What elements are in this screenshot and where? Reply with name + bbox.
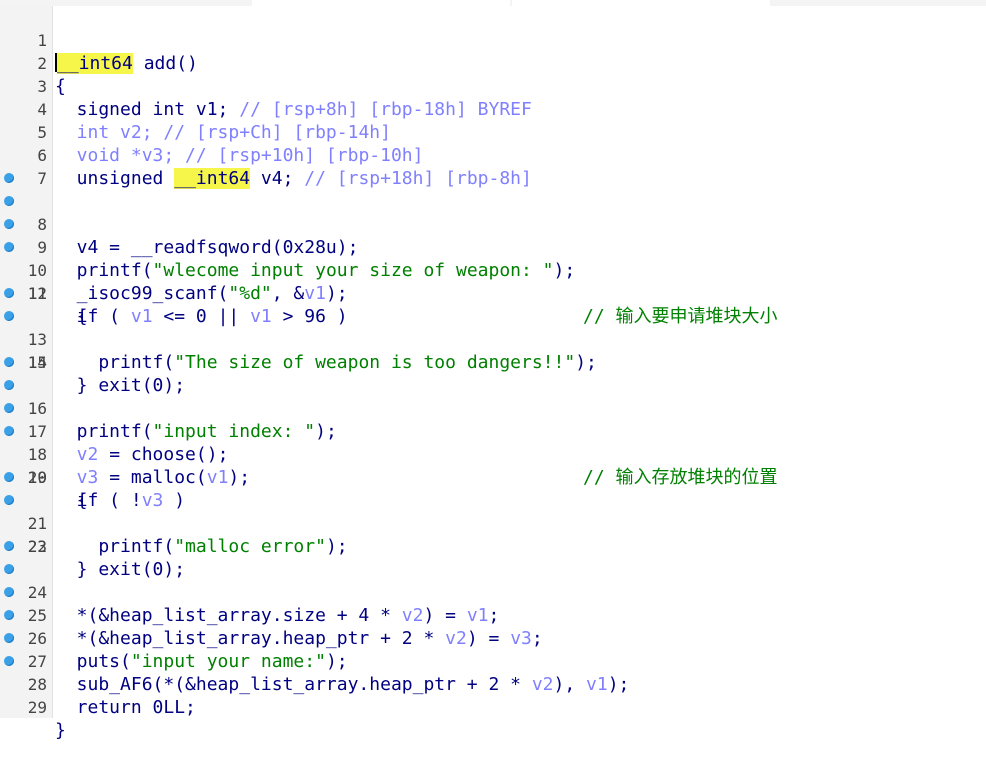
breakpoint-dot-icon[interactable] [4,173,14,183]
line-number: 29 [27,698,47,717]
code-line[interactable]: 15 } [0,328,986,396]
breakpoint-dot-icon[interactable] [4,219,14,229]
code-line[interactable]: 7 [0,144,986,188]
code-line[interactable]: 1 __int64 add() [0,6,986,74]
pseudocode-editor[interactable]: 1 __int64 add() 2 { 3 signed int v1; // … [0,6,986,741]
code-line[interactable]: 12 { [0,259,986,327]
code-line[interactable]: 21 printf("malloc error"); [0,466,986,557]
breakpoint-dot-icon[interactable] [4,656,14,666]
code-line[interactable]: 17 v2 = choose(); // 输入存放堆块的位置 [0,374,986,488]
code-line[interactable]: 11 if ( v1 <= 0 || v1 > 96 ) [0,236,986,327]
code-line[interactable]: 3 signed int v1; // [rsp+8h] [rbp-18h] B… [0,52,986,120]
breakpoint-dot-icon[interactable] [4,610,14,620]
code-line[interactable]: 18 v3 = malloc(v1); [0,397,986,488]
breakpoint-dot-icon[interactable] [4,587,14,597]
code-line[interactable]: 29 } [0,650,986,741]
breakpoint-dot-icon[interactable] [4,242,14,252]
code-line[interactable]: 8 v4 = __readfsqword(0x28u); [0,167,986,258]
code-line[interactable]: 9 printf("wlecome input your size of wea… [0,190,986,281]
code-line[interactable]: 16 printf("input index: "); [0,351,986,442]
code-line[interactable]: 5 void *v3; // [rsp+10h] [rbp-10h] [0,98,986,166]
breakpoint-dot-icon[interactable] [4,357,14,367]
code-line[interactable]: 28 return 0LL; [0,627,986,718]
code-line[interactable]: 25 *(&heap_list_array.heap_ptr + 2 * v2)… [0,558,986,649]
code-line[interactable]: 2 { [0,29,986,97]
breakpoint-dot-icon[interactable] [4,196,14,206]
code-line[interactable]: 6 unsigned __int64 v4; // [rsp+18h] [rbp… [0,121,986,189]
code-line[interactable]: 4 int v2; // [rsp+Ch] [rbp-14h] [0,75,986,143]
code-line[interactable]: 26 puts("input your name:"); [0,581,986,672]
code-line[interactable]: 14 exit(0); [0,305,986,396]
breakpoint-dot-icon[interactable] [4,564,14,574]
breakpoint-dot-icon[interactable] [4,426,14,436]
code-line[interactable]: 20 { [0,443,986,511]
code-line[interactable]: 23 } [0,512,986,580]
code-line[interactable]: 24 *(&heap_list_array.size + 4 * v2) = v… [0,535,986,626]
code-line[interactable]: 13 printf("The size of weapon is too dan… [0,282,986,373]
breakpoint-dot-icon[interactable] [4,472,14,482]
breakpoint-dot-icon[interactable] [4,495,14,505]
breakpoint-dot-icon[interactable] [4,633,14,643]
code-line[interactable]: 22 exit(0); [0,489,986,580]
code-line[interactable]: 10 _isoc99_scanf("%d", &v1); // 输入要申请堆块大… [0,213,986,327]
breakpoint-dot-icon[interactable] [4,288,14,298]
breakpoint-dot-icon[interactable] [4,403,14,413]
code-line[interactable]: 27 sub_AF6(*(&heap_list_array.heap_ptr +… [0,604,986,695]
breakpoint-dot-icon[interactable] [4,311,14,321]
breakpoint-dot-icon[interactable] [4,541,14,551]
breakpoint-dot-icon[interactable] [4,380,14,390]
code-line[interactable]: 19 if ( !v3 ) [0,420,986,511]
